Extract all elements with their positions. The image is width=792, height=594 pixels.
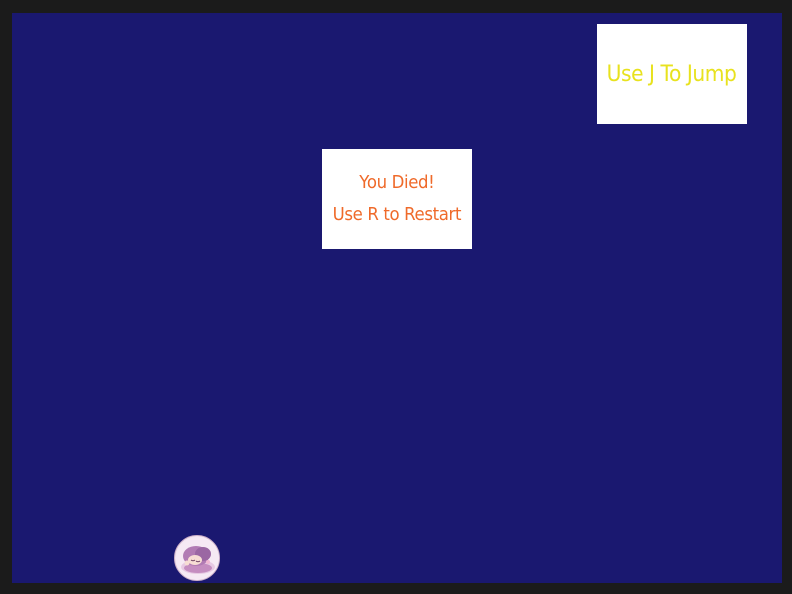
jump-hint-panel: Use J To Jump [597, 24, 747, 124]
jump-hint-text: Use J To Jump [607, 61, 737, 87]
game-canvas[interactable]: Use J To Jump You Died! Use R to Restart [12, 13, 782, 583]
sleeping-girl-avatar-icon [176, 537, 219, 580]
death-title: You Died! [359, 172, 435, 193]
restart-instruction: Use R to Restart [332, 204, 462, 225]
player-character-icon [174, 535, 220, 581]
game-window: Use J To Jump You Died! Use R to Restart [0, 0, 792, 594]
death-message-panel: You Died! Use R to Restart [322, 149, 472, 249]
